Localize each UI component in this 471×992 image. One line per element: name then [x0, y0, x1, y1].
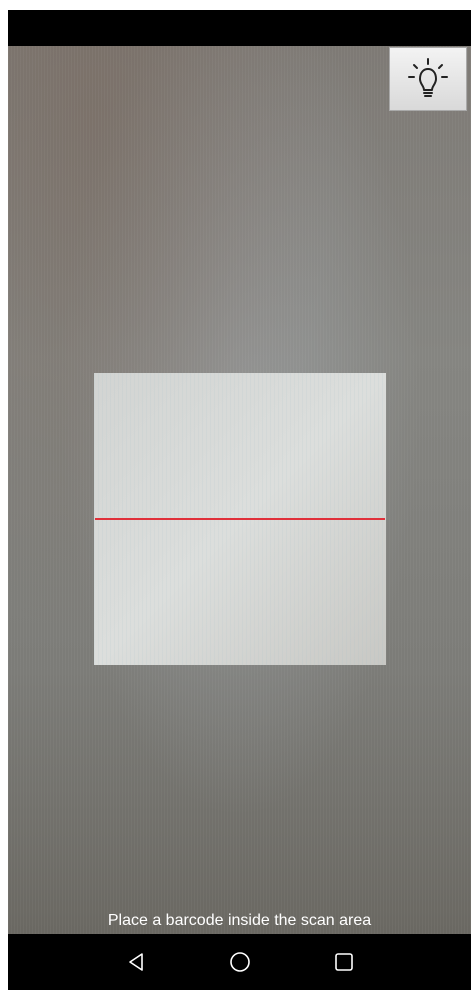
scan-laser-line [95, 518, 385, 520]
home-button[interactable] [188, 934, 292, 990]
scan-hint-text: Place a barcode inside the scan area [107, 912, 372, 929]
phone-screen: Place a barcode inside the scan area [8, 10, 471, 990]
camera-preview [8, 46, 471, 934]
lightbulb-icon [408, 58, 448, 97]
home-circle-icon [229, 952, 250, 972]
status-bar [8, 10, 471, 46]
recents-square-icon [334, 953, 353, 971]
recents-button[interactable] [292, 934, 396, 990]
system-navigation-bar [8, 934, 471, 990]
flashlight-toggle-button[interactable] [389, 47, 467, 111]
back-triangle-icon [128, 953, 143, 971]
scan-area [94, 373, 386, 665]
back-button[interactable] [84, 934, 188, 990]
